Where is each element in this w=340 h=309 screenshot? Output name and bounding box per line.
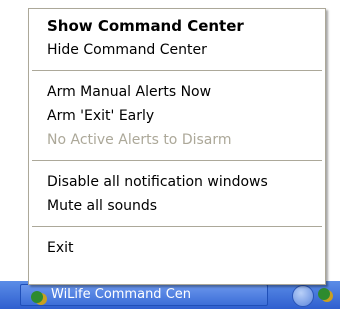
tray-toggle-button[interactable] [292, 285, 314, 307]
taskbar-button-label: WiLife Command Cen [51, 287, 192, 302]
menu-item-arm-manual-alerts[interactable]: Arm Manual Alerts Now [29, 80, 325, 104]
menu-item-disable-notifications[interactable]: Disable all notification windows [29, 170, 325, 194]
menu-item-mute-sounds[interactable]: Mute all sounds [29, 194, 325, 218]
menu-item-exit[interactable]: Exit [29, 236, 325, 260]
taskbar-button-command-center[interactable]: WiLife Command Cen [20, 284, 268, 306]
menu-item-show-command-center[interactable]: Show Command Center [29, 14, 325, 38]
wilife-app-icon [31, 291, 43, 303]
menu-item-arm-exit-early[interactable]: Arm 'Exit' Early [29, 104, 325, 128]
menu-separator [32, 160, 322, 161]
menu-item-no-active-alerts: No Active Alerts to Disarm [47, 132, 232, 148]
menu-separator [32, 226, 322, 227]
context-menu: Show Command Center Hide Command Center … [28, 8, 326, 285]
tray-wilife-icon[interactable] [318, 288, 330, 300]
taskbar: WiLife Command Cen [0, 281, 340, 309]
menu-separator [32, 70, 322, 71]
menu-item-hide-command-center[interactable]: Hide Command Center [29, 38, 325, 62]
